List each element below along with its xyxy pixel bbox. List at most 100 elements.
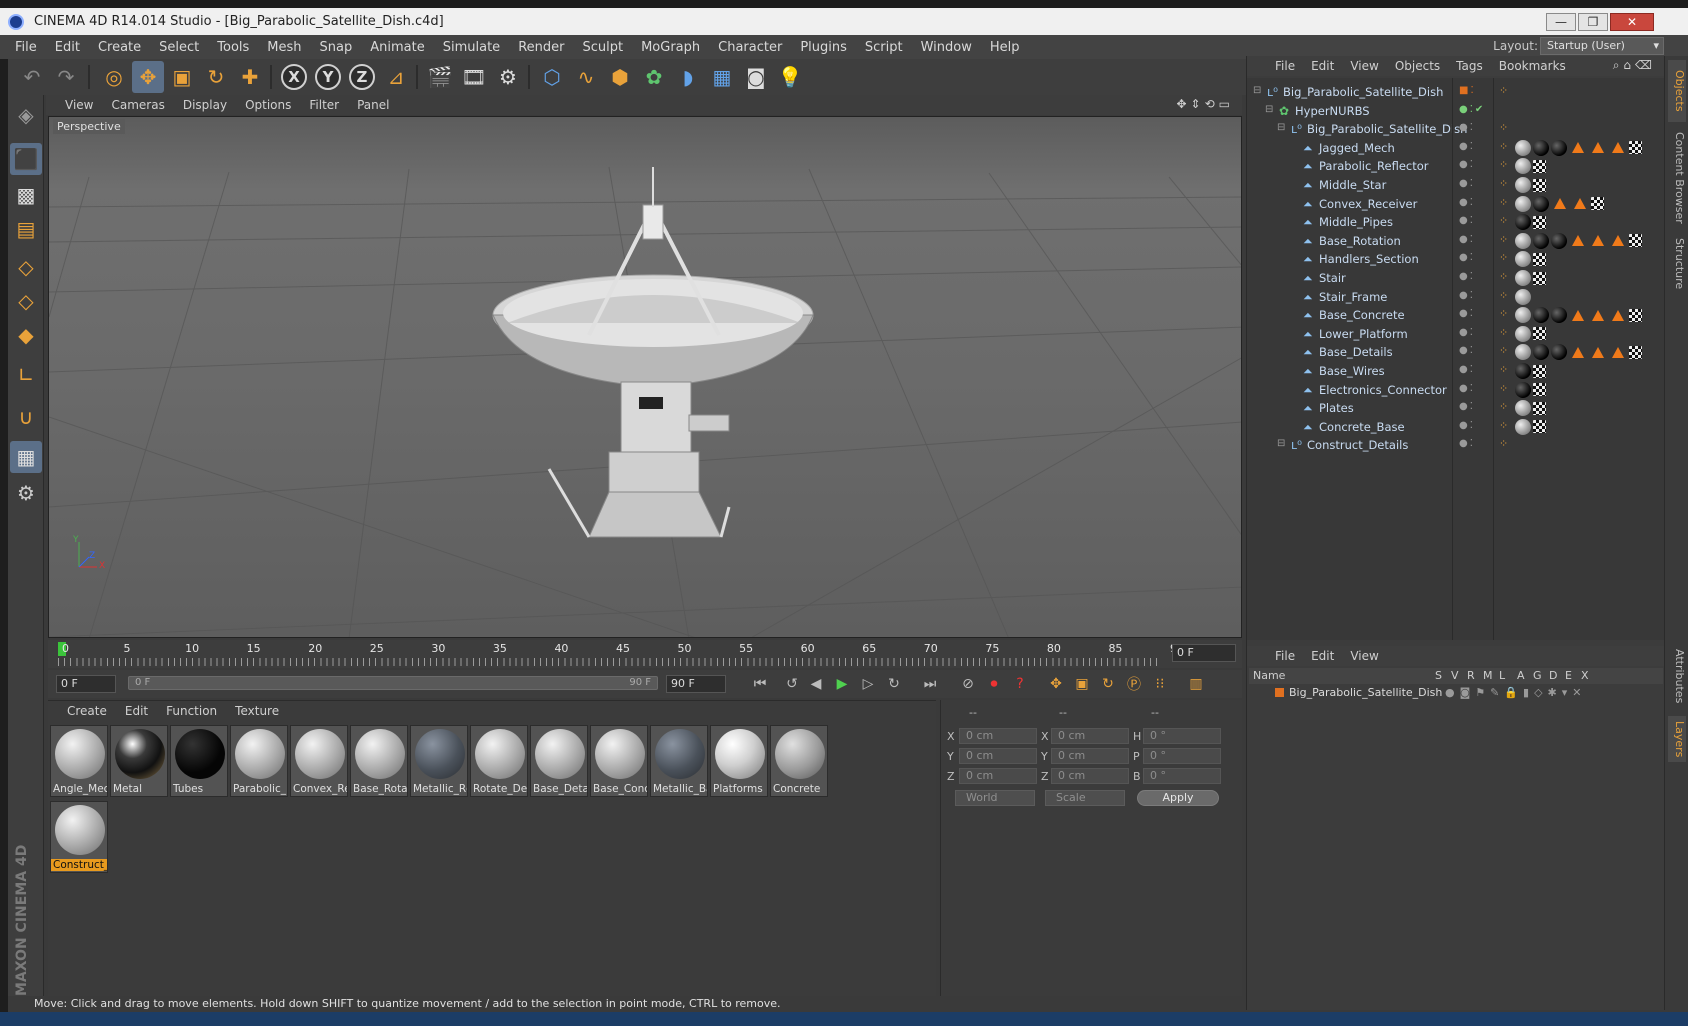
model-mode-icon[interactable]: ⬛ <box>10 143 42 175</box>
render-picture-viewer-icon[interactable]: 🎞 <box>458 61 490 93</box>
material-tag-icon[interactable] <box>1533 139 1549 156</box>
material-tag-icon[interactable] <box>1515 288 1531 305</box>
viewport-menu-view[interactable]: View <box>56 98 102 112</box>
uvw-tag-icon[interactable] <box>1533 271 1546 285</box>
material-tag-icon[interactable] <box>1515 158 1531 175</box>
selection-tag-icon[interactable] <box>1592 346 1604 358</box>
material-swatch[interactable]: Convex_Re <box>290 725 348 797</box>
tab-layers[interactable]: Layers <box>1668 716 1686 762</box>
object-menu-bookmarks[interactable]: Bookmarks <box>1491 59 1574 73</box>
phong-tag-icon[interactable]: ⁘ <box>1499 270 1513 286</box>
axis-mode-icon[interactable]: ∟ <box>10 359 42 391</box>
coord-value-field[interactable]: 0 cm <box>1051 768 1129 784</box>
uvw-tag-icon[interactable] <box>1629 141 1642 155</box>
next-key-icon[interactable]: ↻ <box>882 673 906 695</box>
phong-tag-icon[interactable]: ⁘ <box>1499 196 1513 212</box>
menu-select[interactable]: Select <box>150 40 208 55</box>
workplane-lock-icon[interactable]: ▦ <box>10 441 42 473</box>
visibility-toggle-icon[interactable]: ●⁚ <box>1459 290 1475 301</box>
material-tag-icon[interactable] <box>1515 307 1531 324</box>
uvw-tag-icon[interactable] <box>1533 178 1546 192</box>
material-swatch[interactable]: Metal <box>110 725 168 797</box>
floor-scene-icon[interactable]: ▦ <box>706 61 738 93</box>
layer-menu-edit[interactable]: Edit <box>1303 649 1342 663</box>
material-menu-texture[interactable]: Texture <box>226 704 288 718</box>
phong-tag-icon[interactable]: ⁘ <box>1499 419 1513 435</box>
live-select-icon[interactable]: ◎ <box>98 61 130 93</box>
expand-toggle-icon[interactable]: ⊟ <box>1265 104 1273 115</box>
uvw-tag-icon[interactable] <box>1629 308 1642 322</box>
material-tag-icon[interactable] <box>1515 400 1531 417</box>
coord-value-field[interactable]: 0 ° <box>1143 748 1221 764</box>
go-to-end-icon[interactable]: ⏭ <box>918 673 942 695</box>
close-button[interactable]: ✕ <box>1610 13 1654 31</box>
menu-create[interactable]: Create <box>89 40 150 55</box>
material-menu-create[interactable]: Create <box>58 704 116 718</box>
visibility-toggle-icon[interactable]: ●⁚ <box>1459 197 1475 208</box>
uvw-tag-icon[interactable] <box>1533 215 1546 229</box>
material-swatch[interactable]: Tubes <box>170 725 228 797</box>
material-tag-icon[interactable] <box>1515 195 1531 212</box>
object-row[interactable]: ⏶ Plates ●⁚ ⁘ <box>1247 398 1665 418</box>
material-menu-edit[interactable]: Edit <box>116 704 157 718</box>
material-tag-icon[interactable] <box>1533 232 1549 249</box>
material-swatch[interactable]: Platforms <box>710 725 768 797</box>
menu-script[interactable]: Script <box>856 40 912 55</box>
object-row[interactable]: ⏶ Parabolic_Reflector ●⁚ ⁘ <box>1247 156 1665 176</box>
render-view-icon[interactable]: 🎬 <box>424 61 456 93</box>
layer-menu-view[interactable]: View <box>1342 649 1386 663</box>
visibility-toggle-icon[interactable]: ●⁚ <box>1459 308 1475 319</box>
viewport-menu-cameras[interactable]: Cameras <box>102 98 173 112</box>
current-frame-field[interactable]: 0 F <box>1172 644 1236 662</box>
material-tag-icon[interactable] <box>1515 139 1531 156</box>
phong-tag-icon[interactable]: ⁘ <box>1499 307 1513 323</box>
uvw-tag-icon[interactable] <box>1629 345 1642 359</box>
layer-menu-file[interactable]: File <box>1267 649 1303 663</box>
object-menu-view[interactable]: View <box>1342 59 1386 73</box>
object-row[interactable]: ⏶ Base_Details ●⁚ ⁘ <box>1247 342 1665 362</box>
coord-value-field[interactable]: 0 cm <box>959 728 1037 744</box>
texture-mode-icon[interactable]: ▩ <box>10 179 42 211</box>
menu-file[interactable]: File <box>6 40 46 55</box>
material-tag-icon[interactable] <box>1551 232 1567 249</box>
selection-tag-icon[interactable] <box>1572 346 1584 358</box>
viewport-menu-options[interactable]: Options <box>236 98 300 112</box>
menu-help[interactable]: Help <box>981 40 1029 55</box>
object-row[interactable]: ⏶ Handlers_Section ●⁚ ⁘ <box>1247 249 1665 269</box>
visibility-toggle-icon[interactable]: ■⁚ <box>1459 85 1476 96</box>
snap-magnet-icon[interactable]: ∪ <box>10 401 42 433</box>
object-row[interactable]: ⏶ Base_Concrete ●⁚ ⁘ <box>1247 305 1665 325</box>
coord-value-field[interactable]: 0 ° <box>1143 768 1221 784</box>
material-tag-icon[interactable] <box>1533 307 1549 324</box>
uvw-tag-icon[interactable] <box>1533 159 1546 173</box>
uvw-tag-icon[interactable] <box>1533 364 1546 378</box>
timeline-ruler[interactable]: 051015202530354045505560657075808590 0 F <box>48 640 1242 668</box>
material-tag-icon[interactable] <box>1515 325 1531 342</box>
viewport-menu-display[interactable]: Display <box>174 98 236 112</box>
visibility-toggle-icon[interactable]: ●⁚ <box>1459 234 1475 245</box>
tab-content-browser[interactable]: Content Browser <box>1668 128 1686 228</box>
material-swatch[interactable]: Construct_ <box>50 801 108 873</box>
y-axis-lock-icon[interactable]: Y <box>312 61 344 93</box>
material-tag-icon[interactable] <box>1515 270 1531 286</box>
x-axis-lock-icon[interactable]: X <box>278 61 310 93</box>
visibility-toggle-icon[interactable]: ●⁚ <box>1459 383 1475 394</box>
spline-pen-icon[interactable]: ∿ <box>570 61 602 93</box>
z-axis-lock-icon[interactable]: Z <box>346 61 378 93</box>
scale-tool-icon[interactable]: ▣ <box>166 61 198 93</box>
object-row[interactable]: ⏶ Jagged_Mech ●⁚ ⁘ <box>1247 138 1665 158</box>
selection-tag-icon[interactable] <box>1592 142 1604 154</box>
phong-tag-icon[interactable]: ⁘ <box>1499 382 1513 398</box>
material-swatch[interactable]: Angle_Mec <box>50 725 108 797</box>
phong-tag-icon[interactable]: ⁘ <box>1499 344 1513 360</box>
material-swatch[interactable]: Base_Detai <box>530 725 588 797</box>
material-tag-icon[interactable] <box>1515 177 1531 193</box>
uvw-tag-icon[interactable] <box>1533 327 1546 341</box>
key-position-icon[interactable]: ✥ <box>1044 673 1068 695</box>
uvw-tag-icon[interactable] <box>1533 383 1546 397</box>
uvw-tag-icon[interactable] <box>1629 234 1642 248</box>
next-frame-icon[interactable]: ▷ <box>856 673 880 695</box>
visibility-toggle-icon[interactable]: ●⁚ <box>1459 159 1475 170</box>
material-tag-icon[interactable] <box>1551 307 1567 324</box>
phong-tag-icon[interactable]: ⁘ <box>1499 233 1513 249</box>
